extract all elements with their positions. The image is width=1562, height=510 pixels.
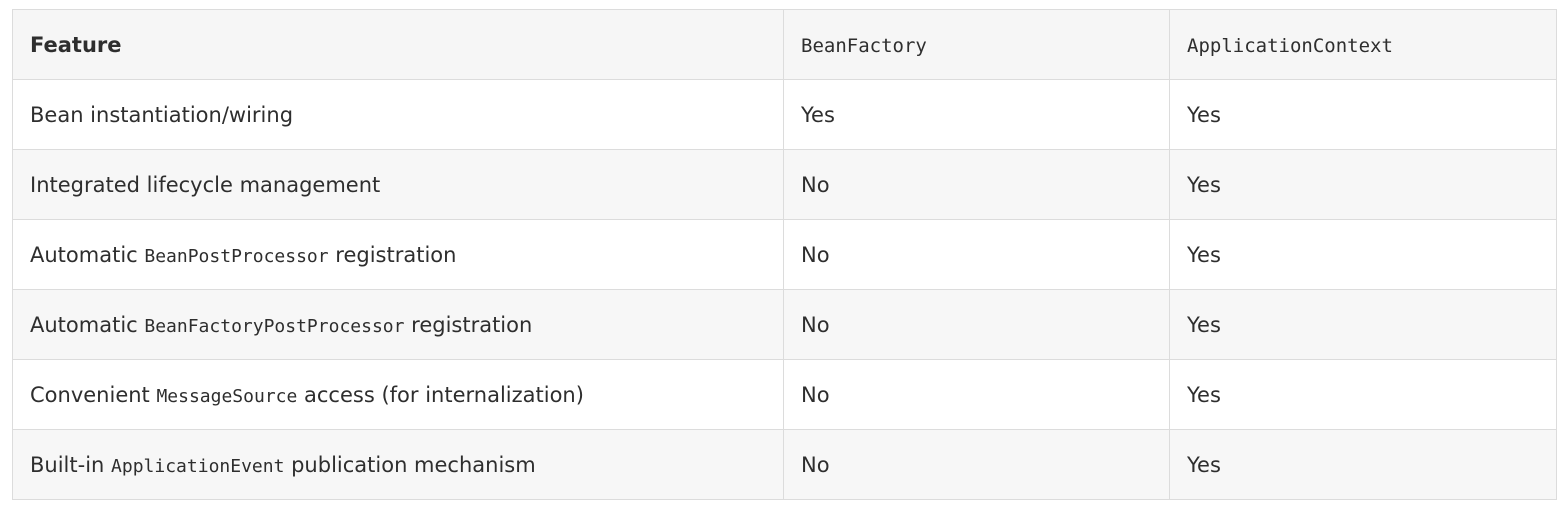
applicationcontext-support-cell: Yes <box>1169 149 1557 220</box>
feature-text-suffix: publication mechanism <box>284 452 536 477</box>
feature-cell: Convenient MessageSource access (for int… <box>12 359 784 430</box>
feature-code: ApplicationEvent <box>111 455 285 477</box>
column-header-beanfactory: BeanFactory <box>783 9 1170 80</box>
feature-comparison-table-container: Feature BeanFactory ApplicationContext B… <box>12 9 1557 500</box>
table-header-row: Feature BeanFactory ApplicationContext <box>12 9 1557 80</box>
applicationcontext-support-cell: Yes <box>1169 289 1557 360</box>
feature-text: Integrated lifecycle management <box>30 172 381 197</box>
beanfactory-support-cell: No <box>783 289 1170 360</box>
feature-code: MessageSource <box>156 385 298 407</box>
table-row: Built-in ApplicationEvent publication me… <box>12 429 1557 500</box>
applicationcontext-support-cell: Yes <box>1169 79 1557 150</box>
feature-text-suffix: registration <box>328 242 457 267</box>
feature-comparison-table: Feature BeanFactory ApplicationContext B… <box>12 9 1557 500</box>
feature-text: Built-in <box>30 452 112 477</box>
table-row: Convenient MessageSource access (for int… <box>12 359 1557 430</box>
feature-cell: Automatic BeanFactoryPostProcessor regis… <box>12 289 784 360</box>
column-header-feature: Feature <box>12 9 784 80</box>
feature-text: Convenient <box>30 382 157 407</box>
table-row: Integrated lifecycle management No Yes <box>12 149 1557 220</box>
applicationcontext-support-cell: Yes <box>1169 429 1557 500</box>
feature-text: Automatic <box>30 242 145 267</box>
beanfactory-support-cell: No <box>783 149 1170 220</box>
feature-cell: Integrated lifecycle management <box>12 149 784 220</box>
table-row: Automatic BeanFactoryPostProcessor regis… <box>12 289 1557 360</box>
beanfactory-support-cell: Yes <box>783 79 1170 150</box>
feature-text: Bean instantiation/wiring <box>30 102 294 127</box>
feature-cell: Bean instantiation/wiring <box>12 79 784 150</box>
table-row: Bean instantiation/wiring Yes Yes <box>12 79 1557 150</box>
feature-cell: Built-in ApplicationEvent publication me… <box>12 429 784 500</box>
feature-text-suffix: registration <box>404 312 533 337</box>
feature-text-suffix: access (for internalization) <box>297 382 584 407</box>
feature-code: BeanPostProcessor <box>144 245 329 267</box>
applicationcontext-support-cell: Yes <box>1169 359 1557 430</box>
column-header-applicationcontext: ApplicationContext <box>1169 9 1557 80</box>
feature-code: BeanFactoryPostProcessor <box>144 315 405 337</box>
beanfactory-support-cell: No <box>783 359 1170 430</box>
column-header-applicationcontext-code: ApplicationContext <box>1187 34 1393 57</box>
table-row: Automatic BeanPostProcessor registration… <box>12 219 1557 290</box>
feature-cell: Automatic BeanPostProcessor registration <box>12 219 784 290</box>
applicationcontext-support-cell: Yes <box>1169 219 1557 290</box>
feature-text: Automatic <box>30 312 145 337</box>
beanfactory-support-cell: No <box>783 429 1170 500</box>
column-header-beanfactory-code: BeanFactory <box>801 34 927 57</box>
beanfactory-support-cell: No <box>783 219 1170 290</box>
